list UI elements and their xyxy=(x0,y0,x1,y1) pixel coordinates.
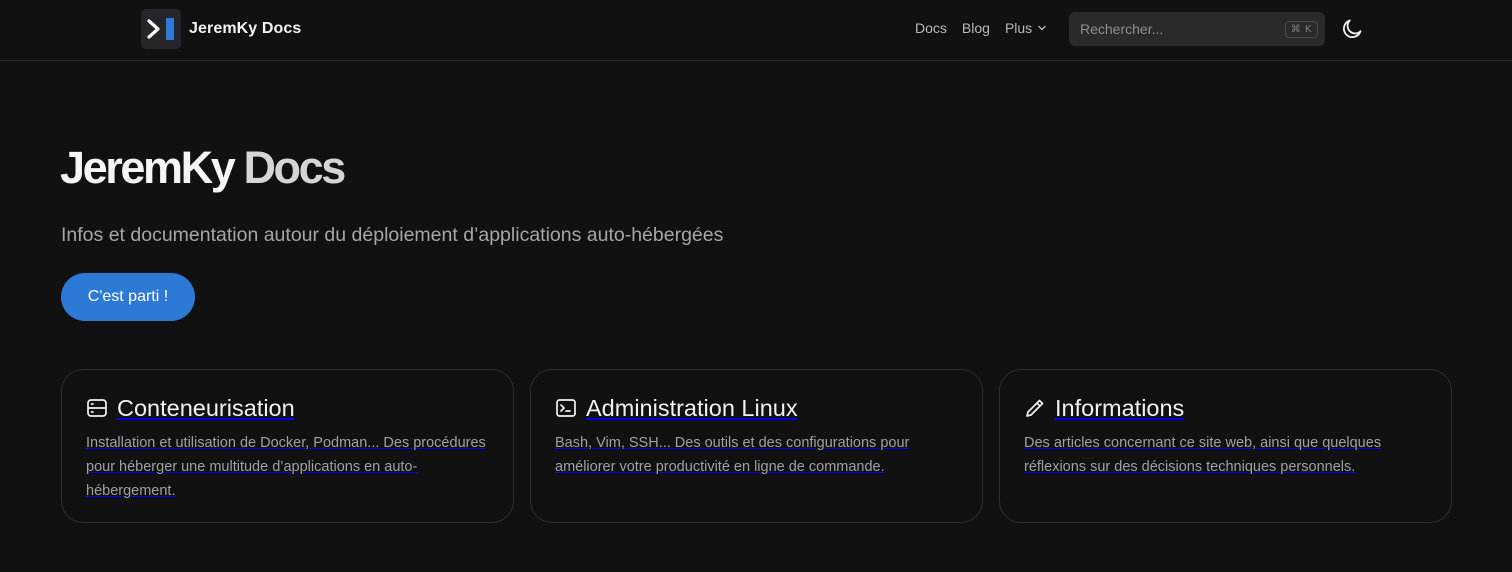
nav-dropdown-plus[interactable]: Plus xyxy=(1005,20,1047,36)
card-title: Conteneurisation xyxy=(117,394,295,421)
hero-subtitle: Infos et documentation autour du déploie… xyxy=(61,224,724,246)
chevron-down-icon xyxy=(1037,20,1047,36)
brand-link[interactable]: JeremKy Docs xyxy=(141,9,301,49)
hero-title-part1: JeremKy xyxy=(60,142,236,193)
feature-card-linux-admin[interactable]: Administration Linux Bash, Vim, SSH... D… xyxy=(530,369,983,523)
moon-icon xyxy=(1340,19,1364,44)
get-started-button[interactable]: C'est parti ! xyxy=(61,273,195,321)
hero-title: JeremKy Docs xyxy=(60,138,346,198)
terminal-prompt-logo xyxy=(141,9,181,49)
nav-link-docs[interactable]: Docs xyxy=(915,20,947,36)
nav-link-label: Docs xyxy=(915,20,947,36)
card-header: Informations xyxy=(1024,395,1427,421)
nav-link-label: Blog xyxy=(961,20,990,36)
card-description: Installation et utilisation de Docker, P… xyxy=(86,435,486,499)
feature-card-containers[interactable]: Conteneurisation Installation et utilisa… xyxy=(61,369,514,523)
search-box[interactable]: ⌘ K xyxy=(1069,12,1325,46)
card-header: Administration Linux xyxy=(555,395,958,421)
card-description: Des articles concernant ce site web, ain… xyxy=(1024,435,1382,475)
server-icon xyxy=(86,397,108,419)
nav-link-label: Plus xyxy=(1004,20,1033,36)
navbar: JeremKy Docs Docs Blog Plus ⌘ K xyxy=(0,0,1512,61)
feature-card-informations[interactable]: Informations Des articles concernant ce … xyxy=(999,369,1452,523)
card-title: Informations xyxy=(1055,394,1185,421)
search-shortcut-badge: ⌘ K xyxy=(1284,20,1318,38)
theme-toggle-button[interactable] xyxy=(1340,17,1364,41)
card-description: Bash, Vim, SSH... Des outils et des conf… xyxy=(555,435,910,475)
main-nav: Docs Blog Plus xyxy=(915,20,1047,36)
brand-title: JeremKy Docs xyxy=(189,20,302,37)
card-header: Conteneurisation xyxy=(86,395,489,421)
card-title: Administration Linux xyxy=(586,394,798,421)
hero-title-part2: Docs xyxy=(243,142,346,193)
nav-link-blog[interactable]: Blog xyxy=(962,20,990,36)
pencil-icon xyxy=(1024,397,1046,419)
terminal-icon xyxy=(555,397,577,419)
search-input[interactable] xyxy=(1080,21,1285,37)
